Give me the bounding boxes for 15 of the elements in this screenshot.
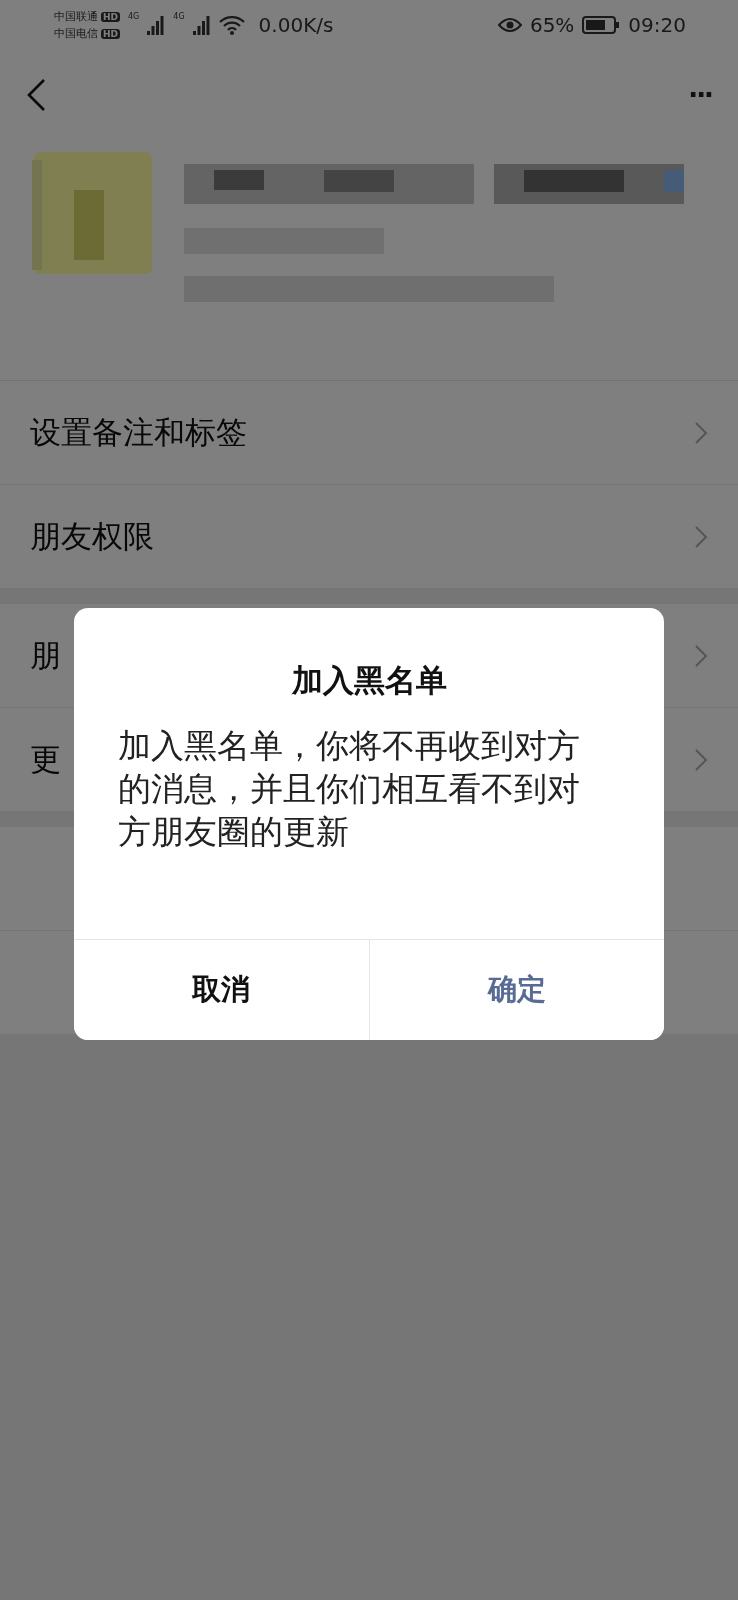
row-label: 朋 bbox=[30, 635, 61, 675]
dialog-title: 加入黑名单 bbox=[290, 661, 448, 700]
network-type: 4G bbox=[128, 12, 140, 21]
dialog-message: 加入黑名单，你将不再收到对方的消息，并且你们相互看不到对方朋友圈的更新 bbox=[117, 725, 581, 853]
row-label: 更 bbox=[30, 739, 61, 779]
hd-badge: HD bbox=[101, 11, 120, 22]
battery-percent: 65% bbox=[529, 13, 575, 37]
row-label: 设置备注和标签 bbox=[30, 412, 247, 452]
carrier-name: 中国电信 bbox=[54, 26, 98, 41]
network-speed: 0.00K/s bbox=[258, 13, 334, 37]
row-label: 朋友权限 bbox=[30, 516, 154, 556]
network-type: 4G bbox=[173, 12, 185, 21]
clock: 09:20 bbox=[628, 13, 686, 37]
hd-badge: HD bbox=[101, 28, 120, 39]
carrier-name: 中国联通 bbox=[54, 9, 98, 24]
